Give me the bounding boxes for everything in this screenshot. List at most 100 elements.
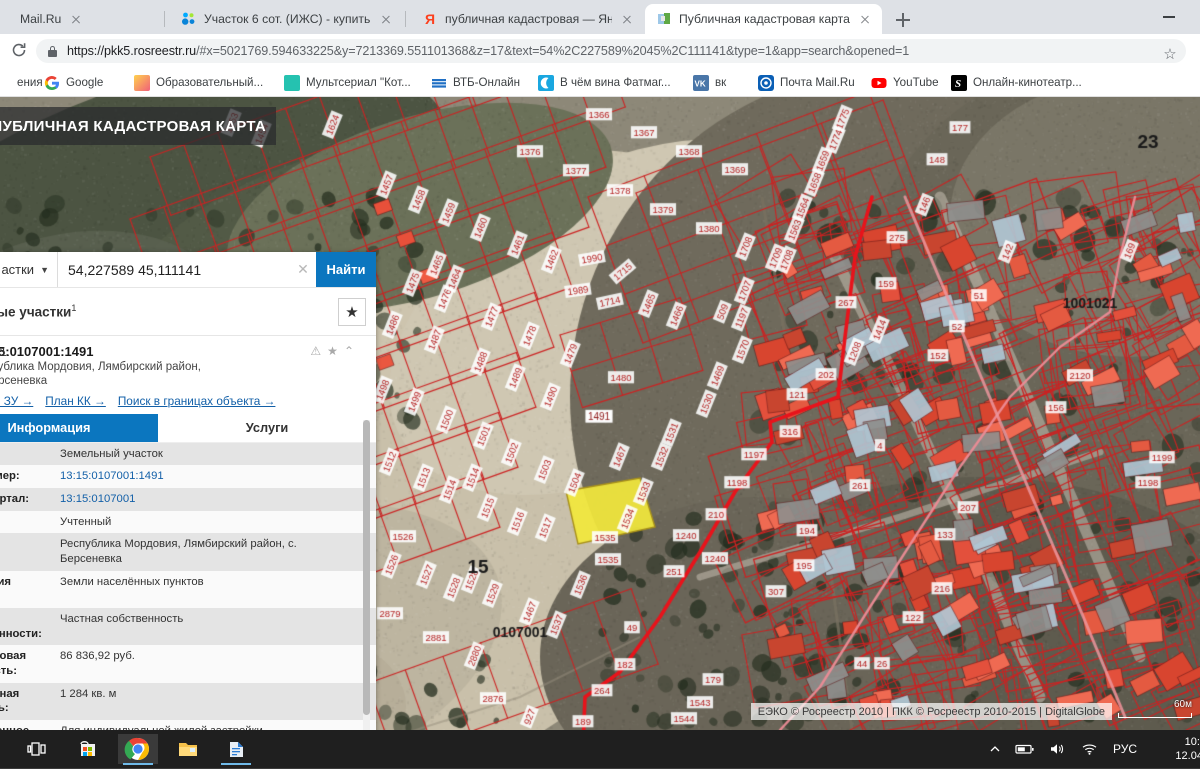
results-count: 1: [71, 303, 77, 314]
word-document-icon[interactable]: [216, 734, 256, 764]
bookmark-label: В чём вина Фатмаг...: [560, 76, 671, 89]
search-panel[interactable]: астки ▼ 54,227589 45,111141 ✕ Найти мель…: [0, 252, 376, 730]
search-input-value: 54,227589 45,111141: [68, 261, 202, 278]
youtube-icon: [871, 75, 887, 91]
address-bar[interactable]: https://pkk5.rosreestr.ru/#x=5021769.594…: [36, 39, 1186, 63]
bookmark-star-icon[interactable]: ☆: [1160, 45, 1180, 63]
browser-tab-1[interactable]: Участок 6 сот. (ИЖС) - купить, п: [170, 4, 402, 34]
search-input[interactable]: 54,227589 45,111141: [58, 252, 290, 287]
tab-label: Публичная кадастровая карта: [679, 12, 850, 26]
panel-scrollbar[interactable]: [363, 420, 370, 730]
scale-bar-line: [1118, 713, 1192, 718]
browser-tab-3[interactable]: Публичная кадастровая карта: [645, 4, 882, 34]
wifi-icon[interactable]: [1074, 730, 1106, 768]
bookmark-item-6[interactable]: VK вк: [690, 72, 729, 93]
reload-icon[interactable]: [8, 41, 30, 63]
clear-search-icon[interactable]: ✕: [290, 252, 316, 287]
result-index: 1.: [0, 345, 11, 359]
chrome-icon[interactable]: [118, 734, 158, 764]
bookmark-label: YouTube: [893, 76, 939, 89]
results-title: мельные участки1: [0, 303, 338, 320]
star-icon[interactable]: ★: [327, 344, 338, 358]
property-row: Категория земель: Земли населённых пункто…: [0, 570, 376, 609]
find-button[interactable]: Найти: [316, 252, 376, 287]
tab-information[interactable]: Информация: [0, 413, 158, 442]
tab-services[interactable]: Услуги: [158, 413, 376, 442]
favorites-button[interactable]: ★: [338, 297, 366, 326]
property-key: Кад. квартал:: [0, 493, 30, 506]
rosreestr-icon: [656, 11, 672, 27]
search-within-object-link[interactable]: Поиск в границах объекта →: [118, 394, 276, 408]
system-tray: РУС: [982, 730, 1144, 768]
browser-tab-2[interactable]: Я публичная кадастровая — Янде: [411, 4, 643, 34]
clock[interactable]: 10:3 12.04.: [1175, 735, 1200, 763]
new-tab-button[interactable]: [890, 7, 916, 33]
google-icon: [44, 75, 60, 91]
search-scope-dropdown[interactable]: астки ▼: [0, 252, 58, 287]
property-value[interactable]: 13:15:0107001: [60, 488, 376, 511]
tray-expand-icon[interactable]: [982, 730, 1008, 768]
property-key: Уточненная площадь:: [0, 687, 20, 715]
property-key: Адрес:: [0, 533, 60, 570]
search-scope-label: астки: [1, 262, 35, 277]
property-key: Статус:: [0, 511, 60, 534]
property-value: Земельный участок: [60, 447, 163, 460]
property-row: Кад. номер: 13:15:0107001:1491: [0, 465, 376, 489]
bookmark-item-1[interactable]: Google: [41, 72, 106, 93]
property-value[interactable]: 13:15:0107001:1491: [60, 465, 376, 488]
collapse-icon[interactable]: ⌃: [344, 344, 354, 358]
edu-icon: [134, 74, 150, 91]
bookmark-item-8[interactable]: YouTube: [868, 72, 942, 93]
property-value: 1 284 кв. м: [60, 687, 117, 700]
tab-label: Участок 6 сот. (ИЖС) - купить, п: [204, 12, 371, 26]
bookmark-item-9[interactable]: S Онлайн-кинотеатр...: [948, 72, 1085, 93]
page-icon: [0, 75, 11, 91]
language-indicator[interactable]: РУС: [1106, 730, 1144, 768]
property-row: Уточненная площадь: 1 284 кв. м: [0, 682, 376, 721]
bookmark-item-5[interactable]: В чём вина Фатмаг...: [535, 72, 674, 93]
task-view-icon[interactable]: [20, 734, 60, 764]
moon-icon: [538, 74, 554, 91]
bookmark-item-7[interactable]: Почта Mail.Ru: [755, 72, 858, 93]
avito-icon: [181, 11, 197, 27]
file-explorer-icon[interactable]: [168, 734, 208, 764]
plan-zu-link[interactable]: План ЗУ →: [0, 394, 33, 408]
bookmark-label: вк: [715, 76, 727, 89]
bookmark-item-0[interactable]: ения: [0, 72, 46, 93]
plan-kk-link[interactable]: План КК →: [45, 394, 106, 408]
svg-text:Я: Я: [425, 11, 435, 27]
parcel-result-item[interactable]: 1. 13:15:0107001:1491 Республика Мордови…: [0, 336, 376, 414]
start-icon: S: [951, 74, 967, 91]
panel-scrollbar-thumb[interactable]: [363, 420, 370, 715]
property-value: Для индивидуальной жилой застройки: [60, 720, 376, 730]
microsoft-store-icon[interactable]: [68, 734, 108, 764]
parcel-cadastral-number: 13:15:0107001:1491: [0, 344, 94, 359]
close-icon[interactable]: [68, 11, 84, 27]
bookmark-item-3[interactable]: Мультсериал "Кот...: [281, 72, 414, 93]
minimize-button[interactable]: [1160, 9, 1178, 23]
battery-icon[interactable]: [1008, 730, 1042, 768]
property-value: Частная собственность: [60, 613, 184, 626]
browser-tab-0[interactable]: Mail.Ru: [0, 4, 161, 34]
tab-separator: [405, 11, 406, 27]
bookmark-item-2[interactable]: Образовательный...: [131, 72, 266, 93]
property-key: Разрешенное использование:: [0, 720, 60, 730]
bookmark-label: Почта Mail.Ru: [780, 76, 855, 89]
bookmark-item-4[interactable]: ВТБ-Онлайн: [428, 72, 523, 93]
site-header: ПУБЛИЧНАЯ КАДАСТРОВАЯ КАРТА: [0, 107, 276, 145]
url-text: https://pkk5.rosreestr.ru/#x=5021769.594…: [67, 44, 909, 58]
close-icon[interactable]: [378, 11, 394, 27]
bookmark-label: Google: [66, 76, 104, 89]
cadastral-map[interactable]: ПУБЛИЧНАЯ КАДАСТРОВАЯ КАРТА ЕЭКО © Росре…: [0, 97, 1200, 730]
lock-icon: [48, 45, 59, 57]
clock-time: 10:3: [1184, 736, 1200, 748]
property-row: Форма собственности: Частная собственност…: [0, 608, 376, 646]
map-attribution: ЕЭКО © Росреестр 2010 | ПКК © Росреестр …: [750, 703, 1112, 720]
close-icon[interactable]: [857, 11, 873, 27]
property-row: Кадастровая стоимость: 86 836,92 руб.: [0, 645, 376, 683]
tab-separator: [164, 11, 165, 27]
close-icon[interactable]: [619, 11, 635, 27]
warning-icon[interactable]: ⚠: [310, 344, 321, 358]
results-list: 1. 13:15:0107001:1491 Республика Мордови…: [0, 336, 376, 730]
volume-icon[interactable]: [1042, 730, 1074, 768]
